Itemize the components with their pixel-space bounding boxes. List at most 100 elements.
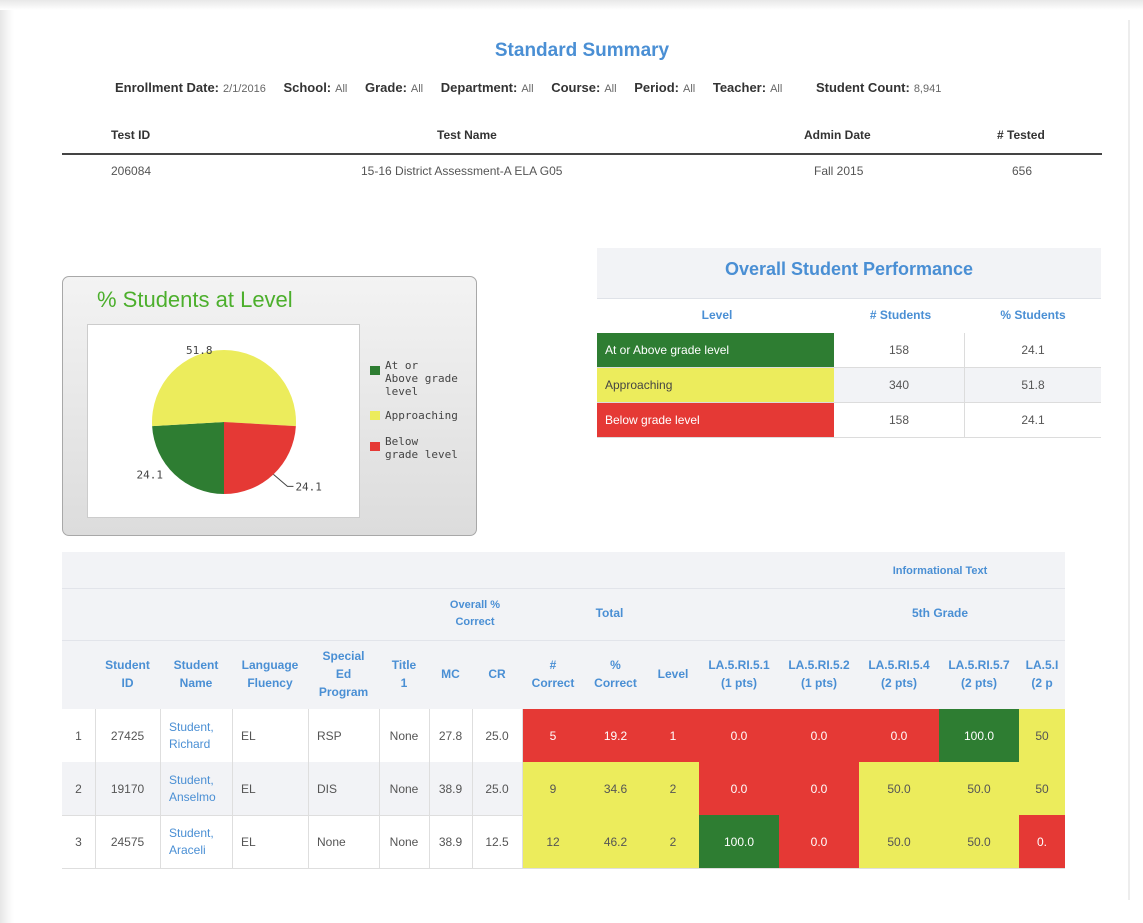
column-divider	[472, 709, 473, 868]
column-header[interactable]: LA.5.RI.5.2 (1 pts)	[779, 656, 859, 692]
data-label: 24.1	[295, 480, 322, 493]
column-header[interactable]: LA.5.I (2 p	[1019, 656, 1065, 692]
table-cell: 12.5	[485, 834, 509, 849]
table-cell: 9	[522, 762, 584, 815]
table-cell: 2	[647, 762, 699, 815]
column-header[interactable]: Title 1	[379, 656, 429, 692]
test-id: 206084	[111, 164, 152, 178]
column-header[interactable]: MC	[429, 665, 472, 683]
table-cell: 2	[647, 815, 699, 868]
performance-row: At or Above grade level 158 24.1	[597, 333, 1101, 368]
table-cell: 0.0	[779, 762, 859, 815]
table-cell: 1	[647, 709, 699, 762]
pie-slice	[152, 350, 296, 427]
column-divider	[308, 709, 309, 868]
table-cell: None	[389, 834, 419, 849]
divider	[62, 153, 1102, 155]
test-name: 15-16 District Assessment-A ELA G05	[361, 164, 563, 178]
filter-grade: Grade: All	[365, 80, 424, 95]
overall-performance-table: Overall Student Performance Level # Stud…	[597, 248, 1101, 438]
legend-swatch-red	[370, 442, 380, 451]
table-cell: RSP	[317, 728, 342, 743]
row-divider	[62, 868, 1065, 869]
table-cell: 0.0	[779, 815, 859, 868]
filter-bar: Enrollment Date: 2/1/2016 School: All Grad…	[115, 80, 955, 95]
filter-course: Course: All	[551, 80, 617, 95]
pie-chart-panel: % Students at Level 24.1 51.8 24.1 At or A…	[62, 276, 477, 536]
table-cell: 0.0	[859, 709, 939, 762]
tested-count-header: # Tested	[997, 128, 1045, 142]
table-cell: 38.9	[438, 781, 463, 796]
performance-title: Overall Student Performance	[724, 259, 974, 279]
column-header[interactable]: # Correct	[522, 656, 584, 692]
tested-count: 656	[1012, 164, 1033, 178]
table-cell: 24575	[110, 834, 145, 849]
data-label: 24.1	[137, 468, 164, 481]
student-name-link[interactable]: Student, Richard	[160, 709, 232, 762]
chart-plot-area: 24.1 51.8 24.1	[87, 324, 360, 518]
column-header[interactable]: Special Ed Program	[308, 647, 379, 701]
table-cell: 50	[1019, 762, 1065, 815]
table-cell: EL	[241, 834, 256, 849]
column-header[interactable]: CR	[472, 665, 522, 683]
column-header[interactable]: Language Fluency	[232, 656, 308, 692]
column-header[interactable]: % Correct	[584, 656, 647, 692]
filter-student-count: Student Count: 8,941	[815, 80, 942, 95]
student-name-link[interactable]: Student, Anselmo	[160, 762, 232, 815]
table-cell: DIS	[317, 781, 338, 796]
table-cell: 38.9	[438, 834, 463, 849]
filter-teacher: Teacher: All	[712, 80, 783, 95]
table-cell: EL	[241, 781, 256, 796]
table-cell: 1	[75, 728, 82, 743]
table-cell: None	[389, 728, 419, 743]
pie-chart: 24.1 51.8 24.1	[137, 344, 322, 494]
table-cell: 25.0	[485, 728, 509, 743]
student-results-table: Informational Text Overall % Correct Tota…	[62, 552, 1065, 870]
table-cell: 27425	[110, 728, 145, 743]
column-header[interactable]: Student ID	[95, 656, 160, 692]
test-name-header: Test Name	[437, 128, 497, 142]
table-cell: EL	[241, 728, 256, 743]
table-cell: 2	[75, 781, 82, 796]
table-cell: 27.8	[438, 728, 463, 743]
student-name-link[interactable]: Student, Araceli	[160, 815, 232, 868]
pie-slice	[152, 422, 224, 494]
page-edge	[1128, 20, 1130, 900]
filter-enrollment-date: Enrollment Date: 2/1/2016	[115, 80, 266, 95]
column-divider	[232, 709, 233, 868]
column-header[interactable]: Level	[647, 665, 699, 683]
column-divider	[379, 709, 380, 868]
page-shadow-top	[0, 0, 1143, 10]
column-header[interactable]: LA.5.RI.5.4 (2 pts)	[859, 656, 939, 692]
column-header[interactable]: LA.5.RI.5.7 (2 pts)	[939, 656, 1019, 692]
column-header[interactable]: LA.5.RI.5.1 (1 pts)	[699, 656, 779, 692]
legend-swatch-yellow	[370, 411, 380, 420]
group-informational-text: Informational Text	[892, 565, 988, 577]
table-cell: 3	[75, 834, 82, 849]
table-cell: 50.0	[939, 762, 1019, 815]
group-5th-grade: 5th Grade	[911, 606, 968, 620]
table-cell: 19.2	[584, 709, 647, 762]
report-title: Standard Summary	[494, 40, 670, 61]
table-cell: 12	[522, 815, 584, 868]
column-header[interactable]: Student Name	[160, 656, 232, 692]
table-cell: None	[389, 781, 419, 796]
table-cell: 46.2	[584, 815, 647, 868]
table-cell: 25.0	[485, 781, 509, 796]
table-cell: 19170	[110, 781, 145, 796]
column-divider	[95, 709, 96, 868]
table-cell: 34.6	[584, 762, 647, 815]
filter-department: Department: All	[440, 80, 534, 95]
group-total: Total	[595, 606, 624, 620]
filter-school: School: All	[283, 80, 348, 95]
performance-row: Approaching 340 51.8	[597, 368, 1101, 403]
table-cell: 100.0	[699, 815, 779, 868]
table-cell: 0.	[1019, 815, 1065, 868]
column-divider	[160, 709, 161, 868]
page-shadow	[0, 0, 14, 923]
table-cell: None	[317, 834, 346, 849]
column-divider	[429, 709, 430, 868]
percent-header: % Students	[1000, 308, 1066, 322]
pie-slice	[224, 422, 296, 494]
table-cell: 0.0	[699, 762, 779, 815]
